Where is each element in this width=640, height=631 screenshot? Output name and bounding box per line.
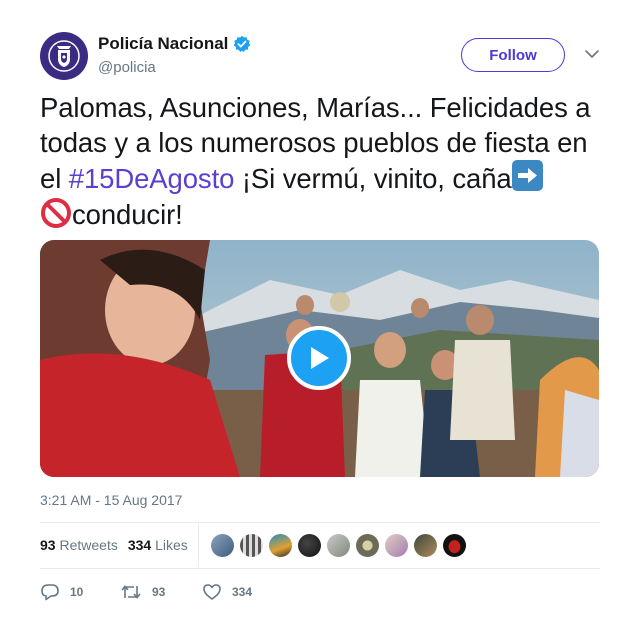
likes-stat[interactable]: 334 Likes xyxy=(128,537,188,553)
liker-avatars xyxy=(211,534,466,557)
avatar[interactable] xyxy=(40,32,88,80)
likes-count: 334 xyxy=(127,537,152,553)
retweet-count: 93 xyxy=(152,585,166,599)
right-arrow-emoji-icon xyxy=(511,160,543,191)
tweet-text-part: conducir! xyxy=(72,198,183,230)
play-button[interactable] xyxy=(287,326,351,390)
reply-icon xyxy=(41,584,59,601)
retweets-label: Retweets xyxy=(59,537,118,553)
divider xyxy=(40,522,600,523)
retweets-stat[interactable]: 93 Retweets xyxy=(40,537,118,553)
liker-avatar[interactable] xyxy=(356,534,379,557)
engagement-stats: 93 Retweets 334 Likes xyxy=(40,537,188,553)
liker-avatar[interactable] xyxy=(443,534,466,557)
play-icon xyxy=(311,347,329,369)
stats-separator xyxy=(198,523,199,567)
video-media[interactable] xyxy=(40,240,599,477)
hashtag-link[interactable]: #15DeAgosto xyxy=(69,163,235,194)
liker-avatar[interactable] xyxy=(385,534,408,557)
reply-action[interactable]: 10 xyxy=(40,583,83,601)
tweet-timestamp[interactable]: 3:21 AM - 15 Aug 2017 xyxy=(40,492,182,508)
liker-avatar[interactable] xyxy=(269,534,292,557)
police-badge-icon xyxy=(48,40,80,72)
reply-count: 10 xyxy=(70,585,84,599)
liker-avatar[interactable] xyxy=(240,534,263,557)
account-name[interactable]: Policía Nacional xyxy=(98,34,228,54)
retweet-action[interactable]: 93 xyxy=(120,583,165,601)
tweet-text: Palomas, Asunciones, Marías... Felicidad… xyxy=(40,91,605,232)
heart-icon xyxy=(203,584,221,600)
liker-avatar[interactable] xyxy=(327,534,350,557)
liker-avatar[interactable] xyxy=(298,534,321,557)
liker-avatar[interactable] xyxy=(414,534,437,557)
follow-button[interactable]: Follow xyxy=(461,38,565,72)
prohibited-emoji-icon xyxy=(41,197,71,228)
retweet-icon xyxy=(121,585,141,599)
divider xyxy=(40,568,600,569)
likes-label: Likes xyxy=(155,537,188,553)
retweets-count: 93 xyxy=(40,537,56,553)
chevron-down-icon[interactable] xyxy=(584,48,600,60)
verified-badge-icon xyxy=(234,35,251,52)
like-count: 334 xyxy=(232,585,253,599)
liker-avatar[interactable] xyxy=(211,534,234,557)
like-action[interactable]: 334 xyxy=(202,583,252,601)
tweet-text-part: ¡Si vermú, vinito, caña xyxy=(234,163,512,194)
account-handle[interactable]: @policia xyxy=(98,59,156,76)
